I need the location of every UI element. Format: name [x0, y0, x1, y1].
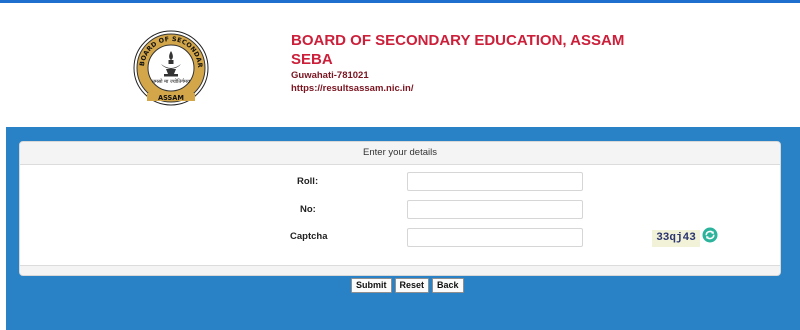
- org-title: BOARD OF SECONDARY EDUCATION, ASSAM: [291, 32, 625, 49]
- no-label: No:: [300, 204, 316, 215]
- logo-motto: तमसो मा ज्योतिर्गमय: [152, 78, 190, 85]
- panel-heading: Enter your details: [20, 142, 780, 165]
- captcha-label: Captcha: [290, 231, 328, 242]
- reset-button[interactable]: Reset: [394, 278, 430, 293]
- seba-logo: BOARD OF SECONDARY EDUCATION ASSAM तमसो …: [133, 30, 209, 106]
- org-address: Guwahati-781021: [291, 70, 369, 81]
- logo-bottom-text: ASSAM: [158, 94, 184, 102]
- site-header: BOARD OF SECONDARY EDUCATION ASSAM तमसो …: [0, 3, 800, 127]
- no-input[interactable]: [407, 200, 583, 219]
- details-panel: Enter your details Roll: No: Captcha 33q…: [19, 141, 781, 276]
- refresh-icon[interactable]: [702, 227, 718, 243]
- roll-input[interactable]: [407, 172, 583, 191]
- site-url: https://resultsassam.nic.in/: [291, 83, 414, 94]
- submit-button[interactable]: Submit: [351, 278, 392, 293]
- org-subtitle: SEBA: [291, 51, 333, 68]
- captcha-input[interactable]: [407, 228, 583, 247]
- captcha-image: 33qj43: [652, 230, 700, 247]
- panel-footer: [20, 265, 780, 275]
- form-actions: Submit Reset Back: [351, 278, 464, 293]
- roll-label: Roll:: [297, 176, 319, 187]
- back-button[interactable]: Back: [432, 278, 464, 293]
